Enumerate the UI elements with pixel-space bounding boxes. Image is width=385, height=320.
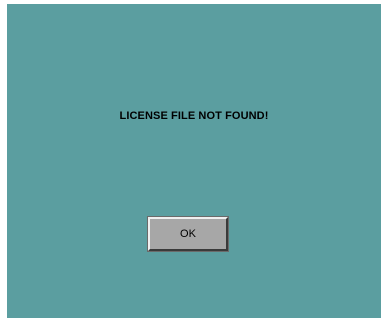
error-message: LICENSE FILE NOT FOUND!	[119, 110, 269, 122]
ok-button[interactable]: OK	[147, 216, 229, 252]
license-error-dialog: LICENSE FILE NOT FOUND! OK	[7, 4, 381, 318]
